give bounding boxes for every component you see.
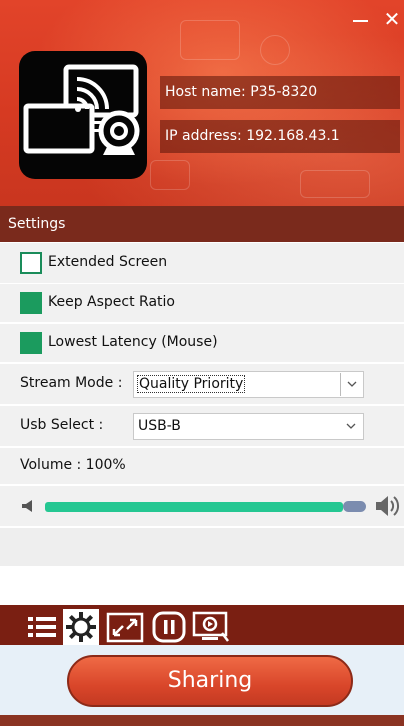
empty-row	[0, 528, 404, 566]
lowest-latency-label: Lowest Latency (Mouse)	[48, 334, 218, 350]
speaker-mute-icon[interactable]	[21, 499, 35, 513]
lowest-latency-row[interactable]: Lowest Latency (Mouse)	[0, 324, 404, 362]
stream-mode-value: Quality Priority	[136, 375, 246, 393]
background-decoration	[150, 160, 190, 190]
background-decoration	[300, 170, 370, 198]
stream-mode-label: Stream Mode :	[20, 375, 123, 391]
minimize-button[interactable]	[350, 8, 372, 30]
keep-aspect-label: Keep Aspect Ratio	[48, 294, 175, 310]
volume-row: Volume : 100%	[0, 448, 404, 484]
chevron-down-icon[interactable]	[340, 415, 362, 438]
volume-label: Volume : 100%	[20, 457, 126, 473]
ip-address-field: IP address: 192.168.43.1	[160, 120, 400, 153]
usb-select-row: Usb Select : USB-B	[0, 406, 404, 446]
screen-cast-logo-icon	[23, 64, 140, 155]
extended-screen-checkbox[interactable]	[20, 252, 42, 274]
list-icon[interactable]	[24, 609, 60, 645]
resize-icon[interactable]	[106, 609, 144, 645]
gear-icon[interactable]	[63, 609, 99, 645]
bottom-toolbar	[0, 605, 404, 645]
chevron-down-icon[interactable]	[340, 373, 362, 396]
extended-screen-label: Extended Screen	[48, 254, 168, 270]
keep-aspect-row[interactable]: Keep Aspect Ratio	[0, 284, 404, 322]
sharing-button[interactable]: Sharing	[67, 655, 353, 707]
background-decoration	[180, 20, 240, 60]
volume-slider-thumb[interactable]	[343, 501, 366, 512]
volume-slider[interactable]	[45, 502, 343, 512]
speaker-loud-icon[interactable]	[375, 494, 401, 518]
extended-screen-row[interactable]: Extended Screen	[0, 243, 404, 283]
header-banner: ✕ Host name: P35-8320 IP address: 192.16…	[0, 0, 404, 206]
usb-select-dropdown[interactable]: USB-B	[133, 413, 364, 440]
pause-icon[interactable]	[151, 609, 187, 645]
stream-mode-select[interactable]: Quality Priority	[133, 371, 364, 398]
lowest-latency-checkbox[interactable]	[20, 332, 42, 354]
bottom-panel: Sharing	[0, 645, 404, 715]
app-logo	[19, 51, 147, 179]
settings-title: Settings	[0, 206, 404, 242]
volume-slider-row	[0, 486, 404, 526]
usb-select-label: Usb Select :	[20, 417, 104, 433]
host-name-field: Host name: P35-8320	[160, 76, 400, 109]
usb-select-value: USB-B	[138, 418, 181, 434]
stream-mode-row: Stream Mode : Quality Priority	[0, 364, 404, 404]
background-decoration	[260, 35, 290, 65]
keep-aspect-checkbox[interactable]	[20, 292, 42, 314]
close-button[interactable]: ✕	[381, 8, 403, 30]
cast-icon[interactable]	[192, 609, 229, 645]
bottom-strip	[0, 715, 404, 726]
